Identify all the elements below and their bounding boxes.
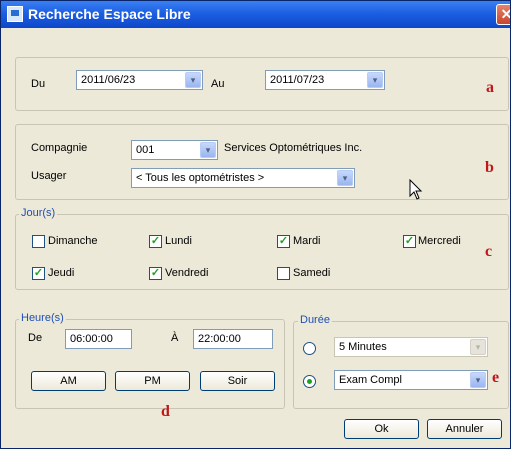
mercredi-label: Mercredi — [418, 235, 461, 247]
lundi-label: Lundi — [165, 235, 192, 247]
du-date-value: 2011/06/23 — [81, 74, 136, 86]
au-label: Au — [211, 78, 225, 90]
de-time-field[interactable]: 06:00:00 — [65, 329, 132, 349]
compagnie-name: Services Optométriques Inc. — [224, 142, 363, 154]
chevron-down-icon[interactable]: ▾ — [185, 72, 201, 88]
a-time-field[interactable]: 22:00:00 — [193, 329, 273, 349]
dimanche-label: Dimanche — [48, 235, 98, 247]
au-date-value: 2011/07/23 — [270, 74, 325, 86]
jeudi-label: Jeudi — [48, 267, 75, 279]
chevron-down-icon[interactable]: ▾ — [367, 72, 383, 88]
annotation-d: d — [161, 403, 170, 420]
du-label: Du — [31, 78, 46, 90]
duration-exam-compl-value: Exam Compl — [339, 374, 402, 386]
annotation-c: c — [485, 243, 493, 260]
duration-exam-compl-dropdown[interactable]: Exam Compl ▾ — [334, 370, 488, 390]
checkbox-lundi[interactable]: ✓ — [149, 235, 162, 248]
duration-panel — [293, 321, 509, 409]
compagnie-dropdown[interactable]: 001 ▾ — [131, 140, 218, 160]
usager-dropdown[interactable]: < Tous les optométristes > ▾ — [131, 168, 355, 188]
checkbox-jeudi[interactable]: ✓ — [32, 267, 45, 280]
de-label: De — [28, 332, 43, 344]
a-label: À — [171, 332, 179, 344]
vendredi-label: Vendredi — [165, 267, 209, 279]
app-icon — [7, 6, 23, 22]
checkbox-vendredi[interactable]: ✓ — [149, 267, 162, 280]
soir-button[interactable]: Soir — [200, 371, 275, 391]
close-button[interactable]: ✕ — [496, 4, 510, 25]
radio-exam-compl[interactable] — [303, 375, 316, 388]
chevron-down-icon[interactable]: ▾ — [470, 372, 486, 388]
usager-value: < Tous les optométristes > — [136, 172, 265, 184]
days-legend: Jour(s) — [19, 207, 58, 219]
samedi-label: Samedi — [293, 267, 331, 279]
hours-legend: Heure(s) — [19, 312, 66, 324]
chevron-down-icon[interactable]: ▾ — [200, 142, 216, 158]
title-bar[interactable]: Recherche Espace Libre ✕ — [1, 1, 510, 28]
duration-5-minutes-value: 5 Minutes — [339, 341, 387, 353]
checkbox-mardi[interactable]: ✓ — [277, 235, 290, 248]
cancel-button[interactable]: Annuler — [427, 419, 502, 439]
annotation-b: b — [485, 159, 494, 176]
checkbox-mercredi[interactable]: ✓ — [403, 235, 416, 248]
annotation-a: a — [486, 79, 494, 96]
de-time-value: 06:00:00 — [70, 333, 113, 345]
days-panel — [15, 214, 509, 290]
ok-button[interactable]: Ok — [344, 419, 419, 439]
chevron-down-icon[interactable]: ▾ — [337, 170, 353, 186]
company-panel — [15, 124, 509, 200]
checkbox-samedi[interactable] — [277, 267, 290, 280]
duration-legend: Durée — [298, 314, 332, 326]
chevron-down-icon[interactable]: ▾ — [470, 339, 486, 355]
a-time-value: 22:00:00 — [198, 333, 241, 345]
au-date-dropdown[interactable]: 2011/07/23 ▾ — [265, 70, 385, 90]
pm-button[interactable]: PM — [115, 371, 190, 391]
dialog-window: Recherche Espace Libre ✕ Du 2011/06/23 ▾… — [0, 0, 511, 449]
checkbox-dimanche[interactable] — [32, 235, 45, 248]
compagnie-label: Compagnie — [31, 142, 88, 154]
mardi-label: Mardi — [293, 235, 321, 247]
radio-5-minutes[interactable] — [303, 342, 316, 355]
duration-5-minutes-dropdown[interactable]: 5 Minutes ▾ — [334, 337, 488, 357]
compagnie-value: 001 — [136, 144, 155, 156]
usager-label: Usager — [31, 170, 67, 182]
du-date-dropdown[interactable]: 2011/06/23 ▾ — [76, 70, 203, 90]
window-title: Recherche Espace Libre — [28, 6, 191, 22]
annotation-e: e — [492, 369, 500, 386]
cursor-arrow-icon — [409, 179, 423, 200]
am-button[interactable]: AM — [31, 371, 106, 391]
